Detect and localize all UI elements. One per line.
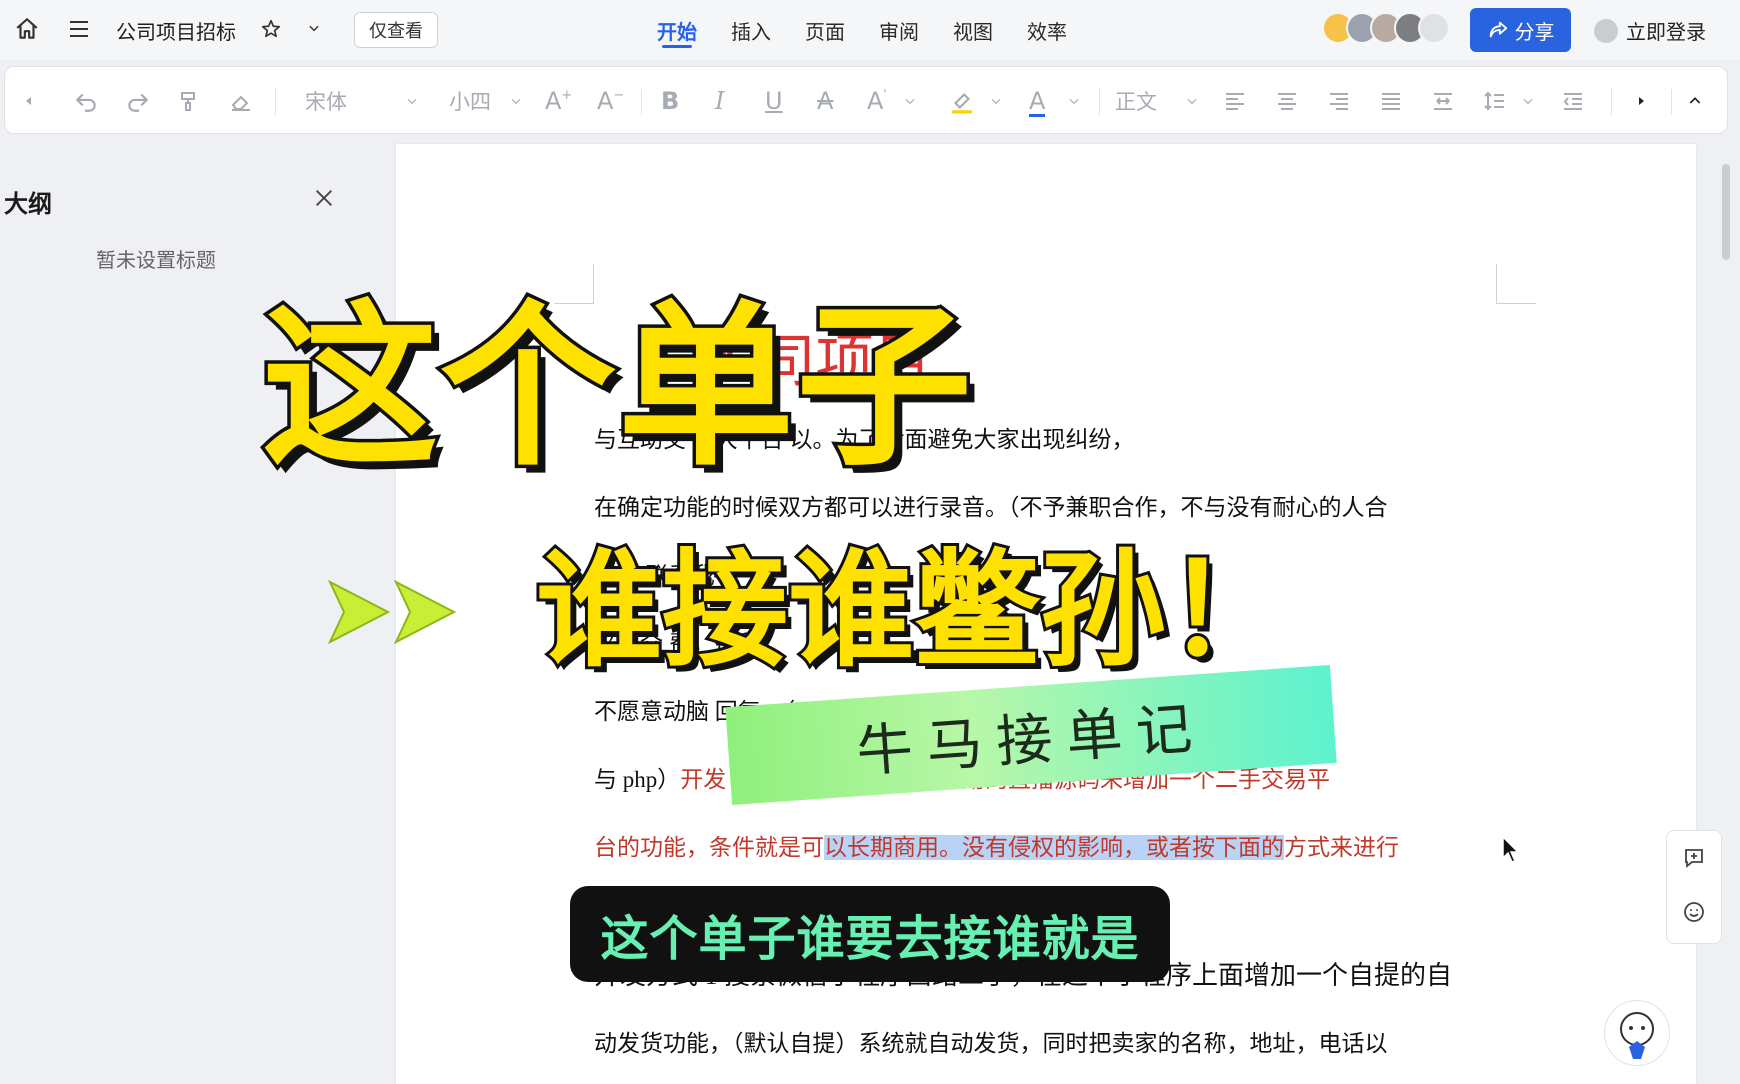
document-title[interactable]: 公司项目招标 xyxy=(116,16,236,45)
format-painter-icon[interactable] xyxy=(177,87,201,115)
divider xyxy=(641,89,642,115)
share-icon xyxy=(1489,21,1507,38)
user-icon xyxy=(1594,18,1618,43)
undo-icon[interactable] xyxy=(73,87,99,115)
login-label: 立即登录 xyxy=(1626,20,1706,44)
chevron-down-icon[interactable] xyxy=(903,87,917,115)
paragraph-line[interactable]: 台的功能，条件就是可以长期商用。没有侵权的影响，或者按下面的方式来进行 xyxy=(594,814,1498,882)
chevron-down-icon[interactable] xyxy=(989,87,1003,115)
text-selection: 以长期商用。没有侵权的影响，或者按下面的 xyxy=(824,835,1284,860)
paragraph-style-select[interactable]: 正文 xyxy=(1115,87,1157,115)
outdent-icon[interactable] xyxy=(1561,87,1585,115)
outline-empty-hint: 暂未设置标题 xyxy=(96,248,216,272)
scrollbar-thumb[interactable] xyxy=(1722,164,1730,260)
tab-view[interactable]: 视图 xyxy=(936,0,1010,60)
font-family-select[interactable]: 宋体 xyxy=(305,87,347,115)
overlay-headline-2: 谁接谁鳖孙！ xyxy=(533,537,1295,684)
login-button[interactable]: 立即登录 xyxy=(1594,16,1706,45)
home-icon[interactable] xyxy=(12,14,42,44)
decrease-font-icon[interactable]: A − xyxy=(597,87,624,115)
crop-mark xyxy=(1496,264,1536,304)
avatar xyxy=(1418,12,1450,44)
chevron-down-icon[interactable] xyxy=(509,87,523,115)
paragraph-line[interactable]: 动发货功能，（默认自提）系统就自动发货，同时把卖家的名称，地址，电话以 xyxy=(594,1010,1498,1078)
star-icon[interactable] xyxy=(258,16,284,42)
increase-font-icon[interactable]: A + xyxy=(545,87,572,115)
subtitle-caption: 这个单子谁要去接谁就是 xyxy=(570,886,1170,982)
redo-icon[interactable] xyxy=(125,87,151,115)
top-bar: 公司项目招标 仅查看 开始 插入 页面 审阅 视图 效率 分享 立即登录 xyxy=(0,0,1740,60)
share-label: 分享 xyxy=(1514,19,1555,44)
format-toolbar: 宋体 小四 A + A − B I U A A ' A 正文 xyxy=(4,66,1728,134)
chevron-down-icon[interactable] xyxy=(1185,87,1199,115)
add-comment-icon[interactable] xyxy=(1679,843,1709,873)
highlight-icon[interactable] xyxy=(949,87,975,115)
align-left-icon[interactable] xyxy=(1223,87,1247,115)
share-button[interactable]: 分享 xyxy=(1470,8,1571,52)
tab-review[interactable]: 审阅 xyxy=(862,0,936,60)
text-run: 与 php） xyxy=(594,767,681,792)
emoji-icon[interactable] xyxy=(1679,897,1709,927)
align-center-icon[interactable] xyxy=(1275,87,1299,115)
font-size-select[interactable]: 小四 xyxy=(449,87,491,115)
tab-efficiency[interactable]: 效率 xyxy=(1010,0,1084,60)
view-only-badge[interactable]: 仅查看 xyxy=(354,12,438,48)
tab-page[interactable]: 页面 xyxy=(788,0,862,60)
tab-start[interactable]: 开始 xyxy=(640,0,714,60)
chevron-down-icon[interactable] xyxy=(1521,87,1535,115)
floating-tools xyxy=(1666,830,1722,944)
double-arrow-icon xyxy=(327,579,457,645)
text-run: 方式来进行 xyxy=(1284,835,1399,860)
collaborator-avatars[interactable] xyxy=(1322,12,1450,44)
overlay-headline-1: 这个单子 xyxy=(258,285,975,490)
divider xyxy=(1099,89,1100,115)
italic-icon[interactable]: I xyxy=(715,87,724,115)
assistant-mascot-icon[interactable] xyxy=(1604,1000,1670,1066)
distribute-icon[interactable] xyxy=(1431,87,1455,115)
underline-icon[interactable]: U xyxy=(765,87,783,115)
justify-icon[interactable] xyxy=(1379,87,1403,115)
eraser-icon[interactable] xyxy=(229,87,253,115)
text-run: 台的功能，条件就是可 xyxy=(594,835,824,860)
strikethrough-icon[interactable]: A xyxy=(817,87,833,115)
line-spacing-icon[interactable] xyxy=(1483,87,1507,115)
ribbon-tabs: 开始 插入 页面 审阅 视图 效率 xyxy=(640,0,1084,60)
chevron-down-icon[interactable] xyxy=(1067,87,1081,115)
chevron-down-icon[interactable] xyxy=(304,18,324,38)
close-icon[interactable] xyxy=(310,184,338,212)
divider xyxy=(275,89,276,115)
menu-icon[interactable] xyxy=(64,14,94,44)
align-right-icon[interactable] xyxy=(1327,87,1351,115)
tab-insert[interactable]: 插入 xyxy=(714,0,788,60)
font-color-icon[interactable]: A xyxy=(1029,87,1046,117)
scroll-right-icon[interactable] xyxy=(1635,87,1647,115)
superscript-icon[interactable]: A ' xyxy=(867,87,887,115)
mouse-cursor-icon xyxy=(1502,836,1520,863)
divider xyxy=(1611,89,1612,115)
scroll-left-icon[interactable] xyxy=(23,87,35,115)
chevron-down-icon[interactable] xyxy=(405,87,419,115)
collapse-toolbar-icon[interactable] xyxy=(1687,87,1703,115)
divider xyxy=(1671,89,1672,115)
bold-icon[interactable]: B xyxy=(661,87,679,115)
outline-title: 大纲 xyxy=(4,190,52,218)
